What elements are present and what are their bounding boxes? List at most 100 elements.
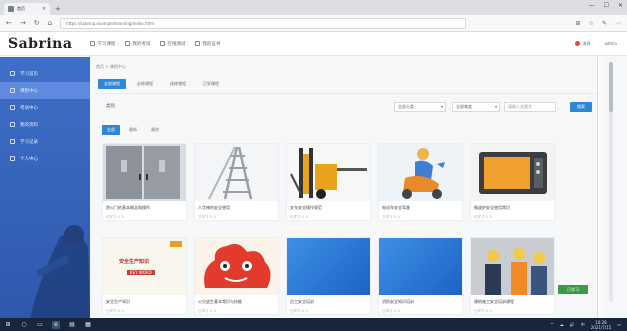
maximize-icon[interactable]: ☐ [604, 2, 609, 9]
close-tab-icon[interactable]: × [42, 6, 46, 12]
course-card[interactable]: 微波炉安全使用常识 已学习 0 人 [470, 143, 555, 221]
course-meta: 已学习 0 人 [106, 309, 125, 313]
scrollbar-thumb[interactable] [609, 62, 613, 112]
course-card[interactable]: 叉车安全操作规范 已学习 0 人 [286, 143, 371, 221]
course-card[interactable]: 人字梯的安全使用 已学习 0 人 [194, 143, 279, 221]
app-logo[interactable]: Sabrina [8, 36, 72, 52]
course-thumbnail [379, 144, 462, 201]
sidebar-item-exams[interactable]: 考试中心 [0, 99, 90, 116]
menu-item-exams[interactable]: 我的考试 [125, 41, 150, 47]
header-right: 消息 admin [575, 41, 617, 47]
clock[interactable]: 10:28 2021/7/15 [591, 320, 612, 330]
main-content: 首页 > 课程中心 全部课程 必修课程 选修课程 已学课程 类别 全部分类 ▾ 全… [90, 57, 627, 318]
favicon-icon [8, 6, 14, 12]
volume-icon[interactable]: 🔊 [570, 322, 575, 327]
browser-tools: ⊞ ☆ ✎ ⋯ [576, 20, 621, 27]
course-title: 建筑施工安全培训课程 [474, 299, 514, 304]
system-tray: ^ ☁ 🔊 中 10:28 2021/7/15 ▭ [550, 320, 621, 330]
notification-icon[interactable]: ▭ [617, 322, 621, 327]
browser-app-icon[interactable]: e [52, 320, 60, 329]
sidebar-item-courses[interactable]: 课程中心 [0, 82, 90, 99]
cortana-icon[interactable]: ○ [20, 321, 28, 329]
menu-item-certs[interactable]: 我的证书 [195, 41, 220, 47]
start-icon[interactable]: ⊞ [4, 321, 12, 329]
explorer-app-icon[interactable]: ▤ [68, 321, 76, 329]
tab-required[interactable]: 必修课程 [131, 79, 159, 89]
chevron-down-icon: ▾ [440, 104, 443, 109]
new-tab-button[interactable]: + [55, 5, 61, 13]
messages-link[interactable]: 消息 [575, 41, 590, 47]
sidebar-item-label: 个人中心 [20, 156, 38, 162]
course-title: 防火门的基本概念和操作 [106, 205, 150, 210]
course-type-tabs: 全部课程 必修课程 选修课程 已学课程 [98, 79, 225, 89]
category-select[interactable]: 全部分类 ▾ [394, 102, 446, 112]
forward-icon[interactable]: → [20, 19, 26, 27]
cartoon-fire-image [204, 244, 271, 288]
home-icon[interactable]: ⌂ [48, 19, 52, 27]
sort-tab-newest[interactable]: 最新 [124, 125, 142, 135]
sidebar-item-records[interactable]: 学习记录 [0, 133, 90, 150]
page-scrollbar[interactable] [609, 62, 613, 302]
input-method-icon[interactable]: 中 [581, 322, 585, 328]
window-controls: — ☐ ✕ [589, 2, 623, 9]
course-card[interactable]: 建筑施工安全培训课程 已学习 0 人 [470, 237, 555, 315]
sidebar-item-label: 学习记录 [20, 139, 38, 145]
sidebar-item-materials[interactable]: 我的资料 [0, 116, 90, 133]
home-icon [10, 71, 15, 76]
notes-icon[interactable]: ✎ [602, 20, 607, 27]
course-card[interactable]: 员工安全培训 已学习 0 人 [286, 237, 371, 315]
course-thumbnail [103, 144, 186, 201]
menu-item-tests[interactable]: 在线测试 [160, 41, 185, 47]
course-card[interactable]: 消防安全知识培训 已学习 0 人 [378, 237, 463, 315]
ladder-image [208, 146, 253, 200]
network-icon[interactable]: ☁ [560, 322, 564, 327]
sort-tab-hottest[interactable]: 最热 [146, 125, 164, 135]
favorite-icon[interactable]: ☆ [589, 20, 594, 27]
course-meta: 已学习 0 人 [198, 215, 217, 219]
back-icon[interactable]: ← [6, 19, 12, 27]
search-input[interactable]: 请输入关键字 [504, 102, 556, 112]
refresh-icon[interactable]: ↻ [34, 19, 40, 27]
tray-expand-icon[interactable]: ^ [550, 322, 553, 327]
poster-corner [170, 241, 182, 247]
course-card[interactable]: 安全生产知识 KEY WORD 安全生产知识 已学习 0 人 [102, 237, 187, 315]
poster-subtitle: KEY WORD [127, 270, 155, 275]
sort-tab-all[interactable]: 全部 [102, 125, 120, 135]
book-icon [10, 88, 15, 93]
menu-item-courses[interactable]: 学习课程 [90, 41, 115, 47]
test-icon [160, 41, 166, 46]
microwave-image [479, 152, 547, 194]
user-menu[interactable]: admin [604, 41, 617, 46]
more-icon[interactable]: ⋯ [615, 20, 621, 27]
book-icon [90, 41, 96, 46]
course-card[interactable]: 防火门的基本概念和操作 已学习 0 人 [102, 143, 187, 221]
tab-learned[interactable]: 已学课程 [197, 79, 225, 89]
close-window-icon[interactable]: ✕ [618, 2, 623, 9]
course-card[interactable]: 电动车安全驾驶 已学习 0 人 [378, 143, 463, 221]
menu-label: 我的证书 [202, 41, 221, 47]
menu-label: 学习课程 [97, 41, 116, 47]
browser-tab[interactable]: 首页 × [4, 3, 50, 15]
task-view-icon[interactable]: ▭ [36, 321, 44, 329]
level-select[interactable]: 全部难度 ▾ [452, 102, 500, 112]
app-header: Sabrina 学习课程 我的考试 在线测试 我的证书 消息 admin [0, 32, 627, 56]
taskbar: ⊞ ○ ▭ e ▤ ▦ ^ ☁ 🔊 中 10:28 2021/7/15 ▭ [0, 318, 627, 331]
minimize-icon[interactable]: — [589, 2, 595, 9]
url-input[interactable]: https://sabrina.example/learning/index.h… [60, 17, 467, 29]
sidebar-item-profile[interactable]: 个人中心 [0, 150, 90, 167]
tab-elective[interactable]: 选修课程 [164, 79, 192, 89]
search-button[interactable]: 搜索 [570, 102, 592, 112]
course-card[interactable]: 火灾逃生基本常识与技能 已学习 0 人 [194, 237, 279, 315]
tab-all-courses[interactable]: 全部课程 [98, 79, 126, 89]
store-app-icon[interactable]: ▦ [84, 321, 92, 329]
reading-view-icon[interactable]: ⊞ [576, 20, 581, 27]
browser-tab-bar: 首页 × + — ☐ ✕ [0, 0, 627, 15]
tab-title: 首页 [17, 6, 25, 11]
sidebar-item-home[interactable]: 学习首页 [0, 65, 90, 82]
clock-date: 2021/7/15 [590, 324, 612, 330]
course-thumbnail [287, 144, 370, 201]
course-meta: 已学习 0 人 [198, 309, 217, 313]
browser-scrollbar[interactable] [597, 57, 605, 318]
filter-row: 类别 全部分类 ▾ 全部难度 ▾ 请输入关键字 搜索 [96, 101, 601, 113]
course-meta: 已学习 0 人 [382, 215, 401, 219]
